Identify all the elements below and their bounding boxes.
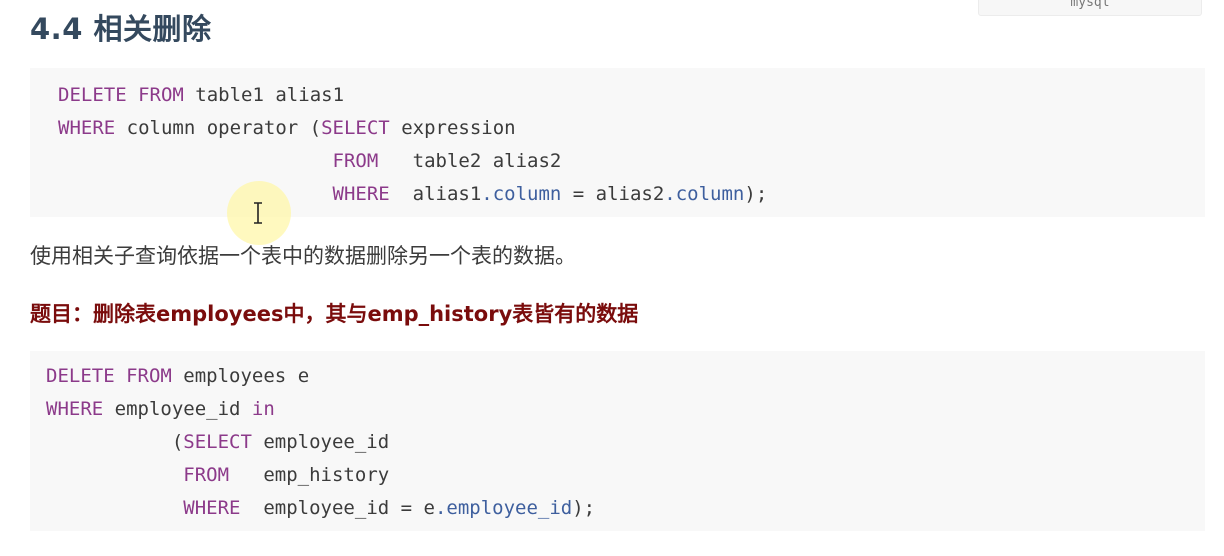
code-keyword: FROM [138, 84, 184, 106]
code-line: FROM emp_history [46, 459, 1205, 492]
code-block-syntax[interactable]: DELETE FROM table1 alias1 WHERE column op… [30, 68, 1205, 217]
code-text: = alias2 [561, 183, 665, 205]
code-text: employee_id = e [240, 497, 435, 519]
code-block-example[interactable]: DELETE FROM employees e WHERE employee_id… [30, 351, 1205, 531]
code-text: emp_history [229, 464, 390, 486]
task-statement: 题目：删除表employees中，其与emp_history表皆有的数据 [30, 302, 639, 326]
code-property: .column [481, 183, 562, 205]
code-text: column operator ( [115, 117, 322, 139]
code-keyword: DELETE [46, 365, 115, 387]
text-cursor-icon [254, 202, 262, 224]
code-text: ); [572, 497, 596, 519]
code-keyword: FROM [332, 150, 379, 172]
code-text: table2 alias2 [378, 150, 562, 172]
code-line: DELETE FROM employees e [46, 360, 1205, 393]
code-keyword: in [251, 398, 275, 420]
code-keyword: FROM [126, 365, 172, 387]
code-keyword: WHERE [46, 398, 104, 420]
code-line: WHERE column operator (SELECT expression [58, 112, 1205, 145]
code-text: employees e [171, 365, 310, 387]
code-text: alias1 [389, 183, 482, 205]
code-property: .column [664, 183, 745, 205]
code-text: ); [744, 183, 768, 205]
code-keyword: WHERE [183, 497, 241, 519]
code-keyword: FROM [183, 464, 230, 486]
code-language-badge: mysql [978, 0, 1202, 16]
description-paragraph: 使用相关子查询依据一个表中的数据删除另一个表的数据。 [30, 244, 576, 268]
code-keyword: WHERE [58, 117, 116, 139]
code-keyword: DELETE [58, 84, 127, 106]
code-keyword: SELECT [321, 117, 390, 139]
code-text: employee_id [103, 398, 252, 420]
code-text: expression [389, 117, 516, 139]
code-property: .employee_id [434, 497, 573, 519]
code-text: ( [46, 431, 184, 453]
code-line: FROM table2 alias2 [58, 145, 1205, 178]
code-text: employee_id [251, 431, 390, 453]
code-text: table1 alias1 [183, 84, 345, 106]
code-keyword: SELECT [183, 431, 252, 453]
section-heading: 4.4 相关删除 [30, 12, 212, 46]
code-line: (SELECT employee_id [46, 426, 1205, 459]
code-line: WHERE employee_id in [46, 393, 1205, 426]
code-line: WHERE employee_id = e.employee_id); [46, 492, 1205, 525]
code-line: DELETE FROM table1 alias1 [58, 79, 1205, 112]
code-keyword: WHERE [332, 183, 390, 205]
